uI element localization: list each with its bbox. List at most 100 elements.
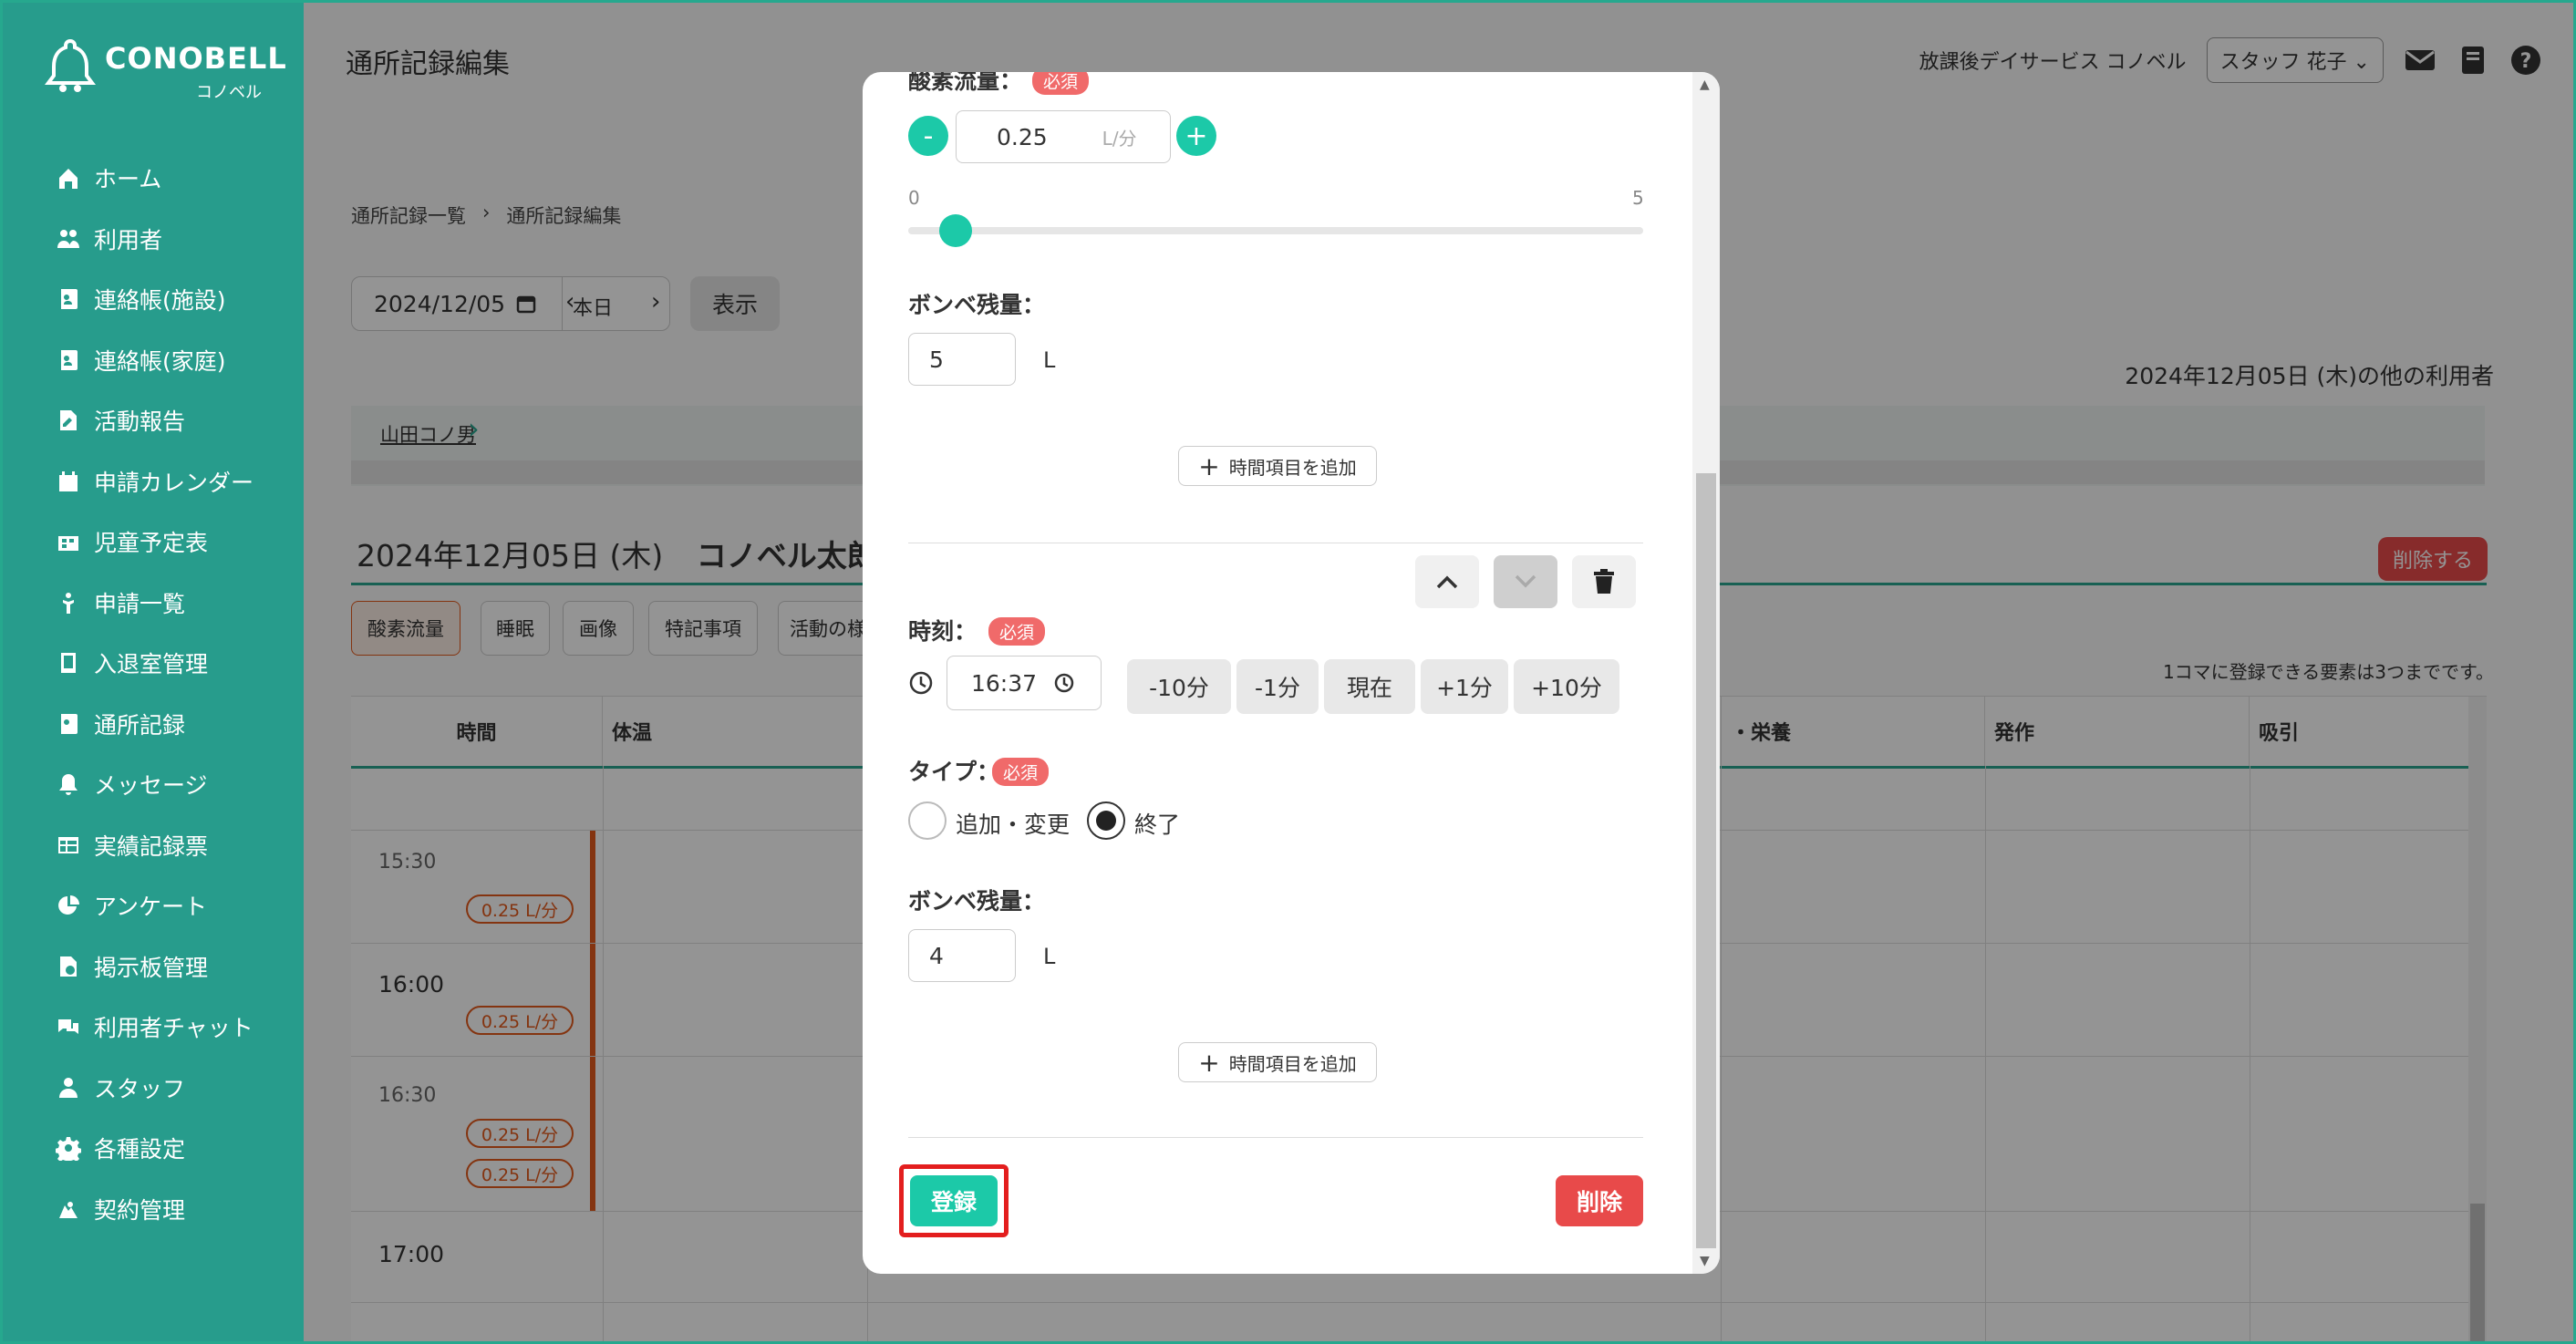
sidebar-item[interactable]: 申請カレンダー xyxy=(56,458,253,505)
plus-icon: + xyxy=(1198,1047,1220,1078)
type-radio-end[interactable] xyxy=(1087,801,1125,840)
sidebar-item[interactable]: 児童予定表 xyxy=(56,518,208,565)
sidebar-item-label: 連絡帳(家庭) xyxy=(94,347,226,375)
contact-book-icon xyxy=(61,289,78,309)
flow-label: 酸素流量： xyxy=(908,72,1023,94)
flow-slider-track[interactable] xyxy=(908,227,1643,234)
required-badge: 必須 xyxy=(992,758,1050,786)
clock-icon xyxy=(909,671,933,695)
type-radio-add-change[interactable] xyxy=(908,801,947,840)
sidebar-item[interactable]: 申請一覧 xyxy=(56,579,185,626)
tank1-value: 5 xyxy=(929,346,944,373)
minus-10min-button[interactable]: -10分 xyxy=(1127,659,1231,714)
type-label: タイプ： xyxy=(908,759,1000,785)
sidebar-item[interactable]: 掲示板管理 xyxy=(56,943,208,990)
scroll-up-icon[interactable]: ▲ xyxy=(1700,78,1710,92)
add-time-button[interactable]: + 時間項目を追加 xyxy=(1178,446,1377,486)
logo-text: CONOBELL xyxy=(105,41,287,76)
sidebar-item[interactable]: 通所記録 xyxy=(56,700,185,748)
logo-subtext: コノベル xyxy=(196,83,262,102)
sidebar-item-label: 契約管理 xyxy=(94,1196,186,1224)
time-value: 16:37 xyxy=(971,669,1038,697)
flow-slider-thumb[interactable] xyxy=(939,214,973,247)
move-up-button[interactable] xyxy=(1415,555,1479,608)
sidebar-item[interactable]: 利用者チャット xyxy=(56,1003,253,1050)
sidebar-item-label: 通所記録 xyxy=(94,711,186,739)
chevron-down-icon xyxy=(1515,574,1536,588)
sidebar-item-label: 利用者チャット xyxy=(94,1015,253,1041)
trash-icon xyxy=(1594,569,1614,594)
sidebar-item-label: アンケート xyxy=(94,894,208,920)
sidebar-item[interactable]: アンケート xyxy=(56,882,207,929)
sidebar-item[interactable]: 活動報告 xyxy=(56,397,185,444)
tank2-label: ボンベ残量： xyxy=(908,888,1046,915)
slider-max-label: 5 xyxy=(1632,187,1644,209)
sidebar-item[interactable]: 連絡帳(施設) xyxy=(56,275,226,323)
type-option-add-change[interactable]: 追加・変更 xyxy=(956,807,1070,840)
sidebar-item[interactable]: メッセージ xyxy=(56,760,208,808)
modal-scrollbar-thumb[interactable] xyxy=(1696,473,1716,1248)
chat-icon xyxy=(58,1019,78,1034)
decrement-button[interactable]: - xyxy=(908,116,948,156)
sidebar-item-label: 各種設定 xyxy=(94,1136,186,1163)
plus-10min-button[interactable]: +10分 xyxy=(1514,659,1619,714)
sidebar-item-label: 申請一覧 xyxy=(94,590,186,617)
sidebar-item-label: 連絡帳(施設) xyxy=(94,287,226,314)
time-input[interactable]: 16:37 xyxy=(947,656,1102,710)
sidebar-item-label: 利用者 xyxy=(94,226,163,253)
plus-1min-button[interactable]: +1分 xyxy=(1421,659,1508,714)
bell-logo-icon xyxy=(45,38,96,92)
sidebar-item[interactable]: 利用者 xyxy=(56,215,162,263)
contact-book-icon xyxy=(61,349,78,370)
logo[interactable]: CONOBELL コノベル xyxy=(45,37,286,102)
now-button[interactable]: 現在 xyxy=(1324,659,1415,714)
tank1-label: ボンベ残量： xyxy=(908,292,1046,318)
time-picker-icon[interactable] xyxy=(1053,672,1075,694)
tablet-icon xyxy=(61,653,76,673)
move-down-button[interactable] xyxy=(1494,555,1557,608)
home-icon xyxy=(59,169,78,189)
type-option-end[interactable]: 終了 xyxy=(1134,807,1180,840)
tank2-input[interactable]: 4 xyxy=(908,929,1016,982)
increment-button[interactable]: + xyxy=(1176,116,1216,156)
board-icon xyxy=(60,956,77,977)
bell-icon xyxy=(59,774,78,795)
sidebar-item[interactable]: 連絡帳(家庭) xyxy=(56,336,226,384)
sidebar-item-label: 申請カレンダー xyxy=(94,469,254,496)
required-badge: 必須 xyxy=(1032,72,1090,95)
sidebar-item-label: 掲示板管理 xyxy=(94,954,209,981)
sidebar-item-label: 児童予定表 xyxy=(94,530,209,556)
sidebar-item[interactable]: 契約管理 xyxy=(56,1185,185,1233)
register-button[interactable]: 登録 xyxy=(910,1175,998,1226)
minus-1min-button[interactable]: -1分 xyxy=(1236,659,1319,714)
sidebar-item[interactable]: 各種設定 xyxy=(56,1124,185,1172)
schedule-icon xyxy=(58,536,78,551)
trash-button[interactable] xyxy=(1572,555,1636,608)
delete-button[interactable]: 削除 xyxy=(1556,1175,1643,1226)
sidebar-item[interactable]: ホーム xyxy=(56,154,161,202)
sidebar-item[interactable]: 入退室管理 xyxy=(56,639,208,687)
record-icon xyxy=(61,713,78,734)
oxygen-record-modal: 酸素流量： 必須 - 0.25 L/分 + 0 5 ボンベ残量： 5 L + 時間… xyxy=(863,72,1720,1274)
sidebar-item-label: メッセージ xyxy=(94,772,208,799)
required-badge: 必須 xyxy=(988,617,1046,646)
pie-icon xyxy=(58,895,79,915)
tank1-unit: L xyxy=(1043,347,1056,373)
flow-unit: L/分 xyxy=(1102,127,1137,150)
report-icon xyxy=(60,410,77,430)
scroll-down-icon[interactable]: ▼ xyxy=(1700,1254,1710,1268)
add-time-label: 時間項目を追加 xyxy=(1228,1052,1357,1075)
gear-icon xyxy=(56,1137,81,1161)
sidebar-item-label: スタッフ xyxy=(94,1075,186,1102)
tank1-input[interactable]: 5 xyxy=(908,333,1016,386)
chevron-up-icon xyxy=(1436,575,1458,589)
flow-input[interactable]: 0.25 L/分 xyxy=(956,110,1171,163)
sidebar-item[interactable]: 実績記録票 xyxy=(56,822,208,869)
table-icon xyxy=(58,836,78,853)
sidebar-item[interactable]: スタッフ xyxy=(56,1064,185,1111)
tank2-value: 4 xyxy=(929,942,944,969)
add-time-button[interactable]: + 時間項目を追加 xyxy=(1178,1042,1377,1082)
sidebar-item-label: 実績記録票 xyxy=(94,832,209,860)
contract-icon xyxy=(59,1201,78,1218)
modal-scrollbar[interactable]: ▲ ▼ xyxy=(1692,72,1720,1274)
